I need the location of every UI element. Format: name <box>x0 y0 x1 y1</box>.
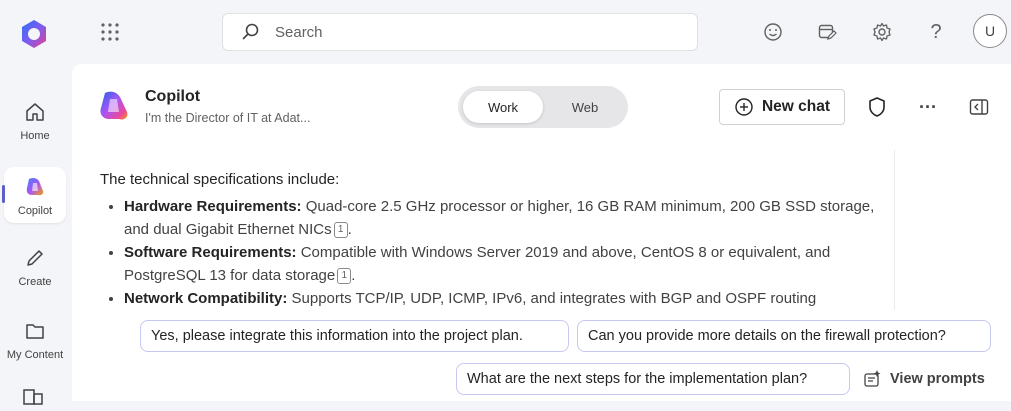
chat-header: Copilot I'm the Director of IT at Adat..… <box>72 64 1011 150</box>
list-item: Network Compatibility: Supports TCP/IP, … <box>124 287 894 310</box>
toggle-web[interactable]: Web <box>545 91 625 123</box>
content-divider <box>894 150 895 310</box>
list-item: Hardware Requirements: Quad-core 2.5 GHz… <box>124 195 894 241</box>
spec-label: Network Compatibility: <box>124 290 288 307</box>
prompts-icon <box>862 369 882 389</box>
pen-icon <box>23 246 47 270</box>
spec-label: Hardware Requirements: <box>124 198 302 215</box>
rail-item-label: My Content <box>6 349 64 361</box>
smiley-icon[interactable] <box>762 21 784 43</box>
calendar-edit-icon[interactable] <box>816 21 838 43</box>
m365-logo-icon[interactable] <box>18 18 50 50</box>
left-rail: Home Copilot Create My Content <box>0 0 70 405</box>
citation-badge[interactable]: 1 <box>333 222 348 238</box>
new-chat-label: New chat <box>761 98 831 115</box>
spec-end: . <box>347 221 352 238</box>
search-icon <box>241 22 261 42</box>
home-icon <box>23 100 47 124</box>
avatar-initial: U <box>984 23 996 39</box>
rail-item-home[interactable]: Home <box>4 92 66 148</box>
avatar[interactable]: U <box>973 14 1007 48</box>
spec-end: . <box>351 267 356 284</box>
spec-list: Hardware Requirements: Quad-core 2.5 GHz… <box>100 195 894 310</box>
help-icon[interactable]: ? <box>925 21 947 43</box>
toggle-work[interactable]: Work <box>463 91 543 123</box>
new-chat-button[interactable]: New chat <box>719 89 845 125</box>
spec-label: Software Requirements: <box>124 244 297 261</box>
assistant-title: Copilot <box>145 88 201 105</box>
apps-icon[interactable] <box>22 386 46 406</box>
chat-panel: Copilot I'm the Director of IT at Adat..… <box>72 64 1011 401</box>
add-chat-icon <box>734 97 754 117</box>
rail-item-my-content[interactable]: My Content <box>4 311 66 367</box>
search-input[interactable] <box>273 22 677 42</box>
more-options-icon[interactable]: ··· <box>917 96 939 118</box>
rail-item-label: Home <box>20 130 50 142</box>
search-box[interactable] <box>222 13 698 51</box>
suggestion-chip[interactable]: Can you provide more details on the fire… <box>577 320 991 352</box>
assistant-subtitle: I'm the Director of IT at Adat... <box>145 111 311 125</box>
rail-item-copilot[interactable]: Copilot <box>2 167 66 223</box>
work-web-toggle[interactable]: Work Web <box>458 86 628 128</box>
rail-item-label: Copilot <box>17 205 53 217</box>
suggestion-chip[interactable]: What are the next steps for the implemen… <box>456 363 850 395</box>
suggestion-chip[interactable]: Yes, please integrate this information i… <box>140 320 569 352</box>
list-item: Software Requirements: Compatible with W… <box>124 241 894 287</box>
spec-text: Supports TCP/IP, UDP, ICMP, IPv6, and in… <box>287 290 817 307</box>
view-prompts-button[interactable]: View prompts <box>862 366 985 392</box>
rail-item-create[interactable]: Create <box>4 238 66 294</box>
chat-message: The technical specifications include: Ha… <box>72 150 894 310</box>
collapse-panel-icon[interactable] <box>968 96 990 118</box>
gear-icon[interactable] <box>871 21 893 43</box>
rail-item-label: Create <box>18 276 52 288</box>
top-bar: ? U <box>70 0 1011 64</box>
folder-icon <box>23 319 47 343</box>
message-intro: The technical specifications include: <box>100 171 340 188</box>
copilot-logo-icon <box>96 88 132 124</box>
copilot-icon <box>23 175 47 199</box>
shield-icon[interactable] <box>866 96 888 118</box>
citation-badge[interactable]: 1 <box>337 268 352 284</box>
waffle-icon[interactable] <box>98 20 122 44</box>
view-prompts-label: View prompts <box>890 371 985 387</box>
